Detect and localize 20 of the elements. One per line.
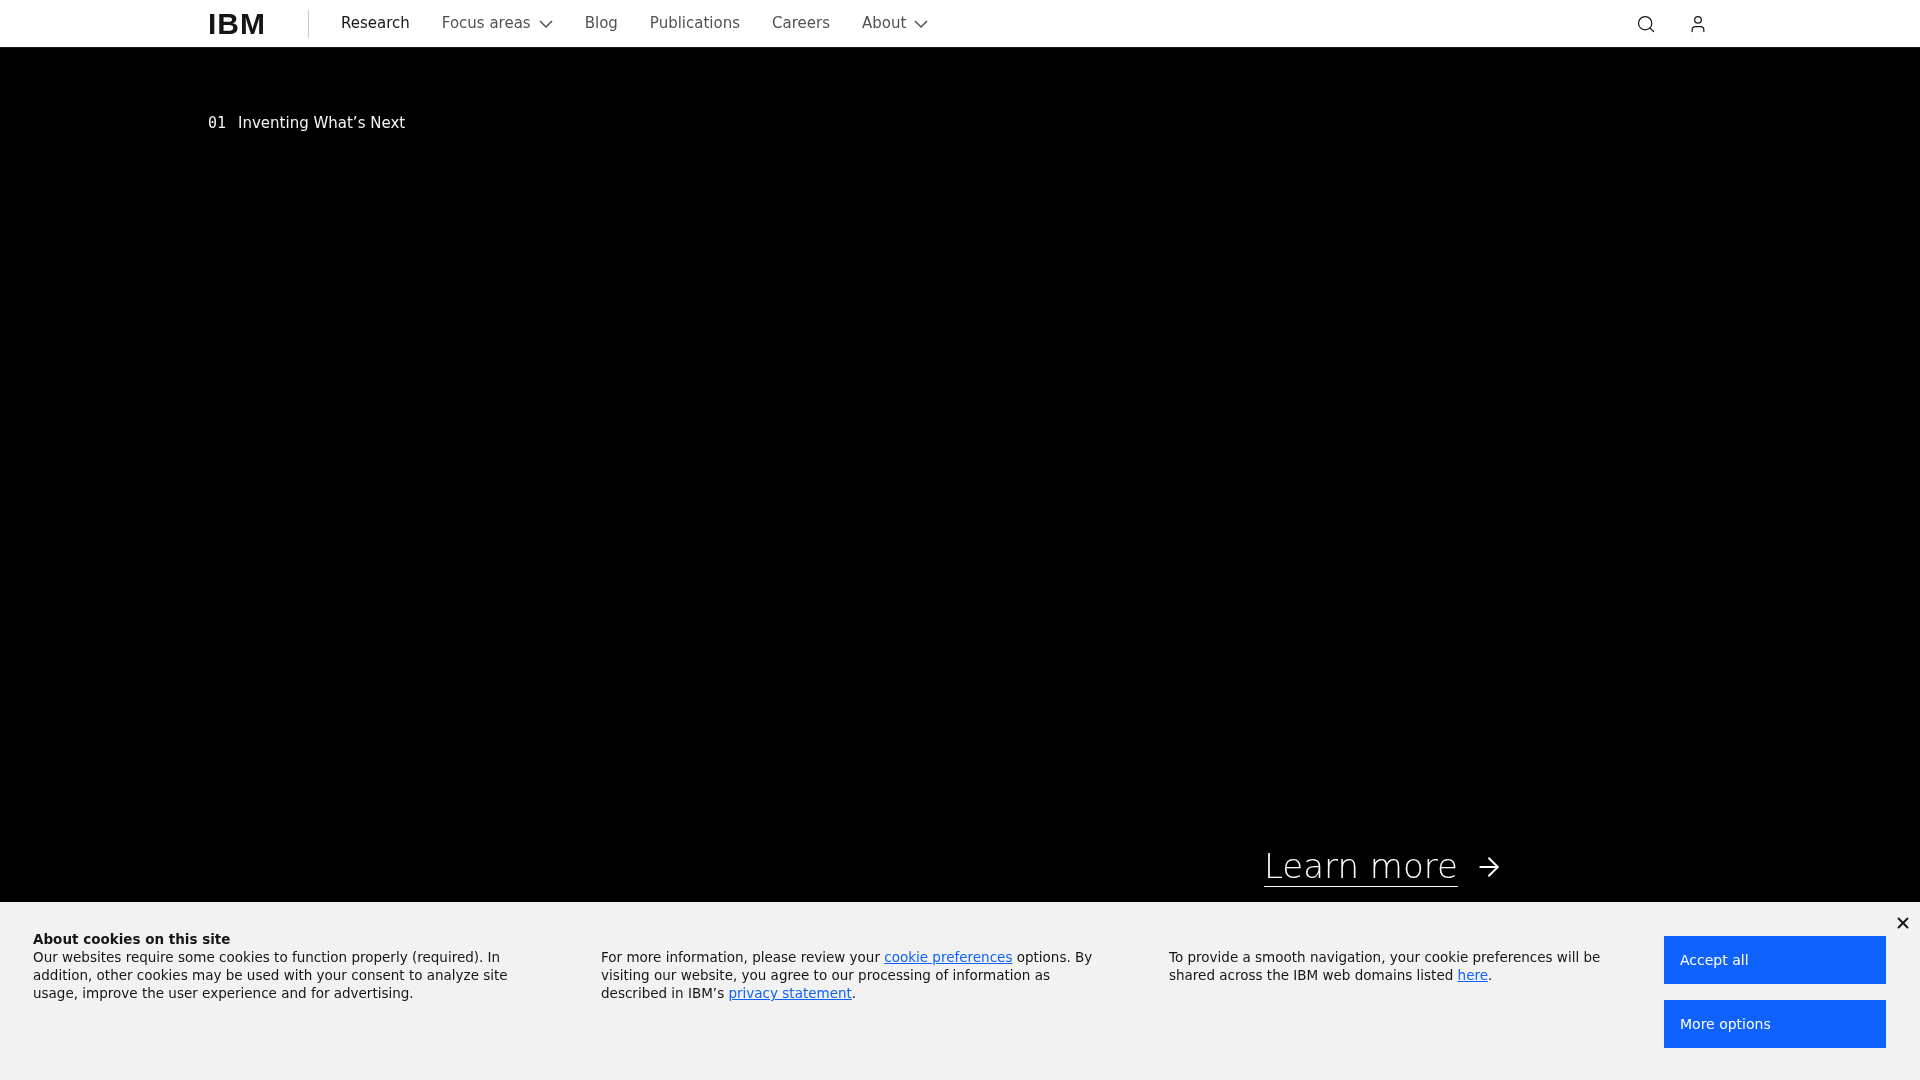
search-icon[interactable] <box>1636 13 1656 34</box>
domains-link[interactable]: here <box>1457 967 1488 983</box>
nav-link[interactable]: Blog <box>568 0 634 47</box>
nav-link[interactable]: Careers <box>756 0 846 47</box>
more-options-button[interactable]: More options <box>1664 1000 1886 1048</box>
section-number: 01 <box>208 113 227 134</box>
cookie-paragraph: For more information, please review your cookie preferences options. By visiting our website, you agree to our processing of information as described in IBM’s privacy statement. <box>601 948 1094 1003</box>
ibm-logo[interactable]: IBM <box>208 8 266 39</box>
cookie-preferences-link[interactable]: cookie preferences <box>884 949 1013 965</box>
nav-link[interactable]: Focus areas <box>425 0 569 47</box>
section-label: Inventing What’s Next <box>238 113 406 134</box>
nav-link[interactable]: Publications <box>633 0 756 47</box>
privacy-statement-link[interactable]: privacy statement <box>728 985 852 1001</box>
accept-all-button[interactable]: Accept all <box>1664 936 1886 984</box>
learn-more-link[interactable]: Learn more <box>1264 841 1712 892</box>
nav-link[interactable]: Research <box>325 0 426 47</box>
nav-link[interactable]: About <box>845 0 945 47</box>
cookie-title: About cookies on this site <box>33 930 232 948</box>
cookie-paragraph: To provide a smooth navigation, your cookie preferences will be shared across the IBM web domains listed here. <box>1169 948 1602 985</box>
cookie-paragraph: Our websites require some cookies to function properly (required). In addition, other cookies may be used with your consent to analyze site usage, improve the user experience and for advertising. <box>33 948 509 1002</box>
